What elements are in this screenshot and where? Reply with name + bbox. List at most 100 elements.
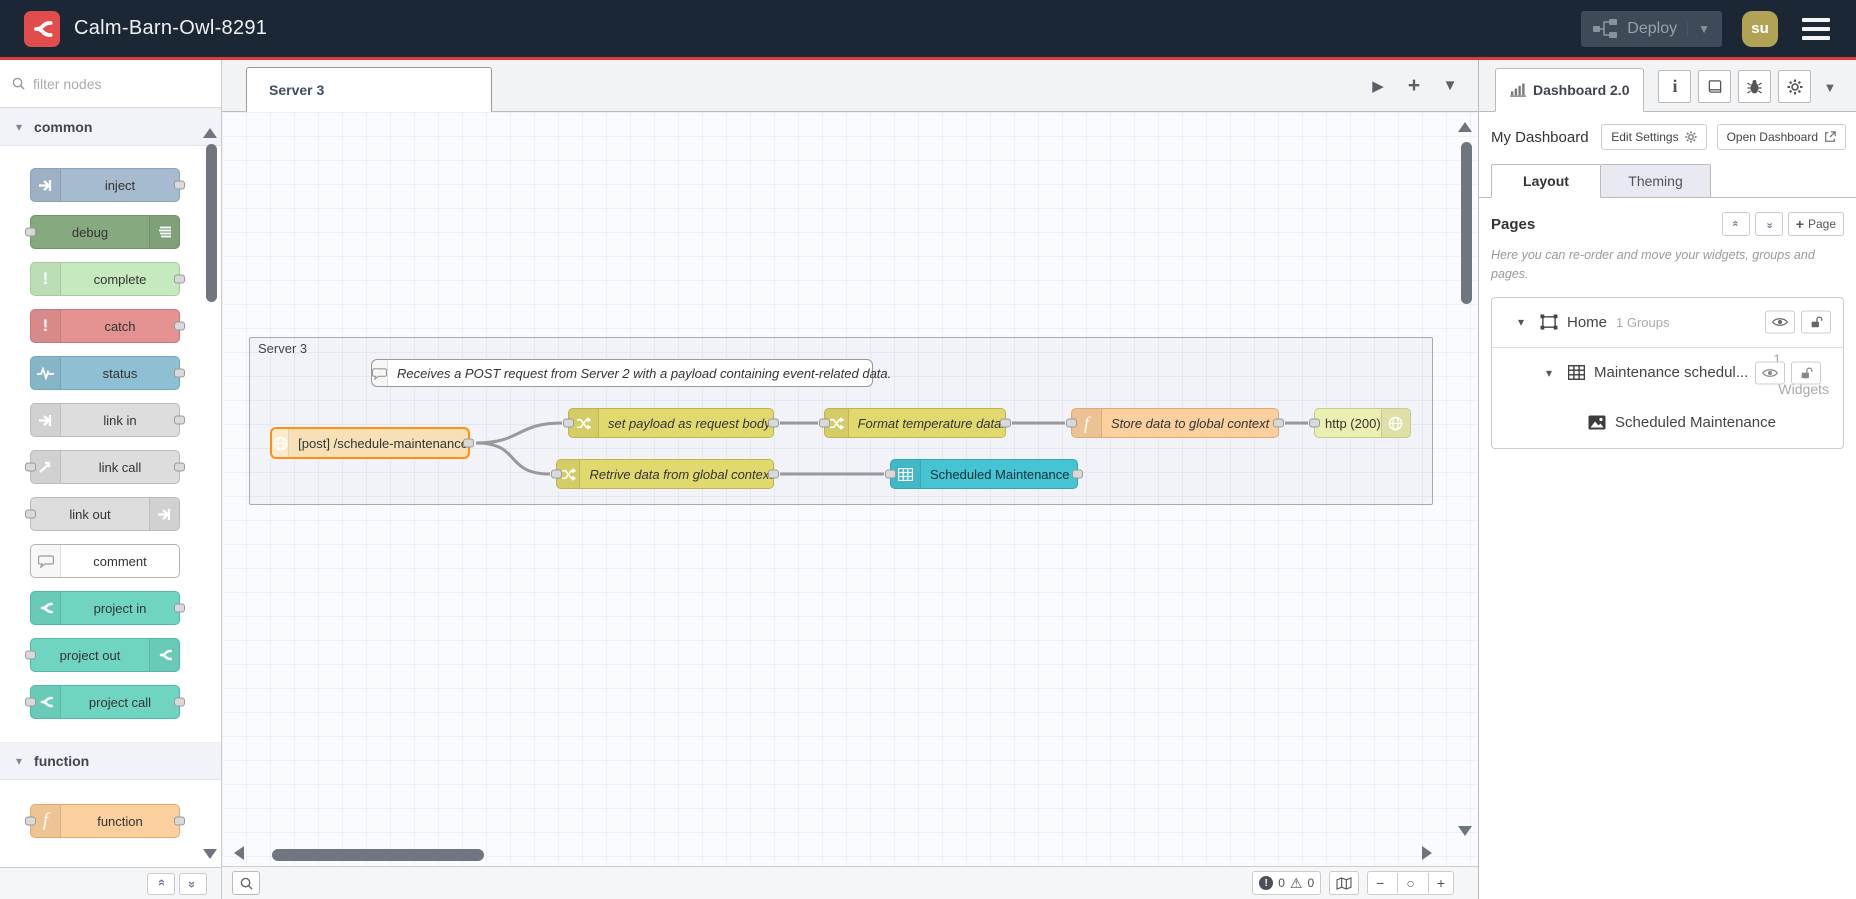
palette-node-project-out[interactable]: project out <box>25 638 180 672</box>
input-port[interactable] <box>551 469 562 479</box>
add-page-button[interactable]: + Page <box>1787 212 1844 236</box>
canvas-scroll-right[interactable] <box>1422 846 1432 860</box>
palette-node-link-out[interactable]: link out <box>25 497 180 531</box>
input-port[interactable] <box>1309 418 1320 428</box>
main-menu-button[interactable] <box>1798 14 1834 44</box>
expand-all-categories-button[interactable]: » <box>179 872 207 895</box>
info-icon: i <box>1672 76 1678 96</box>
notification-counts[interactable]: ! 0 ⚠ 0 <box>1252 871 1322 895</box>
tab-dashboard-2[interactable]: Dashboard 2.0 <box>1495 68 1645 112</box>
palette-category-function[interactable]: ▾ function <box>0 742 221 780</box>
error-icon: ! <box>1259 876 1274 890</box>
map-icon <box>1336 876 1352 890</box>
node-label: [post] /schedule-maintenance <box>298 435 468 451</box>
canvas-scroll-up[interactable] <box>1458 122 1472 132</box>
flow-menu-caret-button[interactable]: ▼ <box>1436 72 1464 100</box>
tree-row-widget-scheduled-maintenance[interactable]: Scheduled Maintenance <box>1492 398 1843 448</box>
edit-settings-button[interactable]: Edit Settings <box>1601 124 1707 150</box>
flow-tab-server-3[interactable]: Server 3 <box>246 67 492 112</box>
visibility-toggle-button[interactable] <box>1765 310 1795 334</box>
output-port[interactable] <box>1072 469 1083 479</box>
palette-node-project-call[interactable]: project call <box>25 685 185 719</box>
collapse-all-pages-button[interactable]: » <box>1721 212 1750 236</box>
tab-help-button[interactable] <box>1698 70 1732 103</box>
tree-row-group-maintenance[interactable]: ▾ Maintenance schedul... 1 Widgets <box>1492 348 1843 398</box>
canvas-scroll-left[interactable] <box>234 846 244 860</box>
lock-toggle-button[interactable] <box>1791 361 1821 385</box>
canvas-vertical-scrollbar-thumb[interactable] <box>1461 142 1472 304</box>
page-meta: 1 Groups <box>1616 314 1670 330</box>
collapse-all-categories-button[interactable]: » <box>147 872 175 895</box>
sidebar-menu-caret[interactable]: ▼ <box>1823 80 1836 95</box>
input-port[interactable] <box>563 418 574 428</box>
canvas-horizontal-scrollbar-thumb[interactable] <box>272 849 484 861</box>
palette-node-project-in[interactable]: project in <box>30 591 185 625</box>
tab-layout[interactable]: Layout <box>1491 164 1601 198</box>
tab-info-button[interactable]: i <box>1658 70 1692 103</box>
zoom-in-button[interactable]: + <box>1427 873 1453 893</box>
canvas-scroll-down[interactable] <box>1458 826 1472 836</box>
navigator-button[interactable] <box>1329 871 1360 895</box>
palette-node-inject[interactable]: inject <box>30 168 185 202</box>
palette-category-common[interactable]: ▾ common <box>0 108 221 146</box>
palette-node-complete[interactable]: ! complete <box>30 262 185 296</box>
node-change-set-payload[interactable]: set payload as request body <box>563 408 779 438</box>
palette-scrollbar-thumb[interactable] <box>206 144 217 302</box>
palette-node-debug[interactable]: debug <box>25 215 180 249</box>
output-port[interactable] <box>1000 418 1011 428</box>
flow-list-arrow-button[interactable]: ▶ <box>1364 72 1392 100</box>
output-port[interactable] <box>463 438 474 448</box>
zoom-out-button[interactable]: − <box>1368 873 1392 893</box>
flow-canvas[interactable]: Server 3 Receives a POST request from Se… <box>222 112 1478 866</box>
output-port[interactable] <box>1273 418 1284 428</box>
visibility-toggle-button[interactable] <box>1755 361 1785 385</box>
plus-icon: + <box>1795 216 1804 232</box>
chevrons-down-icon: » <box>1763 221 1776 227</box>
palette-node-link-in[interactable]: link in <box>30 403 185 437</box>
node-function-store[interactable]: f Store data to global context <box>1066 408 1284 438</box>
input-port[interactable] <box>819 418 830 428</box>
pages-header: Pages » » + Page <box>1491 212 1844 236</box>
add-flow-button[interactable]: + <box>1400 72 1428 100</box>
chevron-down-icon[interactable]: ▾ <box>1546 366 1560 380</box>
palette-node-status[interactable]: status <box>30 356 185 390</box>
output-port <box>174 697 185 707</box>
input-port[interactable] <box>1066 418 1077 428</box>
filter-nodes-input[interactable] <box>33 75 173 92</box>
palette-scroll-down[interactable] <box>203 849 217 859</box>
tab-debug-button[interactable] <box>1738 70 1772 103</box>
palette-node-function[interactable]: f function <box>25 804 185 838</box>
palette-scroll-up[interactable] <box>203 128 217 138</box>
node-change-retrieve[interactable]: Retrive data from global context <box>551 459 779 489</box>
globe-icon <box>1380 409 1410 437</box>
tree-row-page-home[interactable]: ▾ Home 1 Groups <box>1492 298 1843 348</box>
node-change-format[interactable]: Format temperature data. <box>819 408 1011 438</box>
input-port[interactable] <box>885 469 896 479</box>
node-http-in[interactable]: [post] /schedule-maintenance <box>270 427 474 459</box>
tab-config-button[interactable] <box>1778 70 1812 103</box>
user-avatar[interactable]: su <box>1742 10 1778 47</box>
output-port <box>174 415 185 425</box>
palette-node-label: function <box>97 813 143 829</box>
node-red-logo-icon <box>24 10 60 47</box>
node-ui-table[interactable]: Scheduled Maintenance <box>885 459 1083 489</box>
lock-toggle-button[interactable] <box>1801 310 1831 334</box>
open-dashboard-button[interactable]: Open Dashboard <box>1716 124 1846 150</box>
expand-all-pages-button[interactable]: » <box>1754 212 1783 236</box>
chevron-down-icon: ▾ <box>16 754 23 768</box>
tab-theming[interactable]: Theming <box>1601 164 1711 198</box>
palette-node-comment[interactable]: comment <box>30 544 180 578</box>
palette-node-link-call[interactable]: link call <box>25 450 185 484</box>
canvas-search-button[interactable] <box>232 871 260 895</box>
zoom-reset-button[interactable]: ○ <box>1397 873 1422 893</box>
deploy-button[interactable]: Deploy ▼ <box>1581 10 1722 47</box>
node-comment[interactable]: Receives a POST request from Server 2 wi… <box>371 359 891 387</box>
node-http-response[interactable]: http (200) <box>1309 408 1411 438</box>
palette-node-catch[interactable]: ! catch <box>30 309 185 343</box>
output-port <box>174 603 185 613</box>
output-port[interactable] <box>768 469 779 479</box>
deploy-dropdown-caret[interactable]: ▼ <box>1687 21 1710 36</box>
book-icon <box>1708 80 1722 93</box>
chevron-down-icon[interactable]: ▾ <box>1518 315 1532 329</box>
output-port[interactable] <box>768 418 779 428</box>
